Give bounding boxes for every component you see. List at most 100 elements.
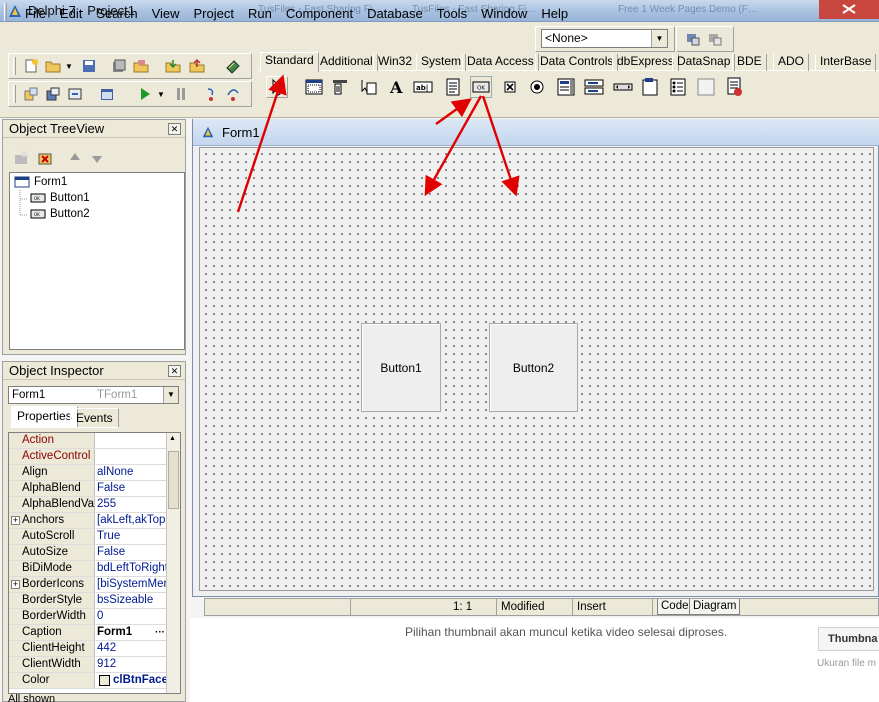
component-scrollbar[interactable]	[612, 76, 634, 98]
toolbar-grip[interactable]	[13, 57, 16, 75]
new-button[interactable]	[21, 56, 41, 76]
menu-search[interactable]: Search	[89, 5, 144, 23]
property-value[interactable]: 0	[97, 609, 167, 624]
property-value[interactable]: True	[97, 529, 167, 544]
property-row[interactable]: AutoScroll True	[9, 529, 167, 545]
component-groupbox[interactable]	[639, 76, 661, 98]
component-actionlist[interactable]	[724, 76, 746, 98]
component-label[interactable]: A	[386, 76, 408, 98]
property-value[interactable]: 442	[97, 641, 167, 656]
menu-project[interactable]: Project	[187, 5, 241, 23]
property-value[interactable]: [akLeft,akTop	[97, 513, 167, 528]
component-radiogroup[interactable]	[667, 76, 689, 98]
property-row[interactable]: AlphaBlendValu 255	[9, 497, 167, 513]
menu-database[interactable]: Database	[360, 5, 430, 23]
desktop-layout-combo[interactable]: <None> ▼	[541, 29, 668, 48]
add-file-button[interactable]	[163, 56, 183, 76]
palette-tab-data-access[interactable]: Data Access	[462, 54, 539, 71]
component-mainmenu[interactable]	[330, 76, 352, 98]
property-row[interactable]: Align alNone	[9, 465, 167, 481]
property-row[interactable]: AlphaBlend False	[9, 481, 167, 497]
chevron-down-icon[interactable]: ▼	[163, 387, 178, 403]
help-contents-button[interactable]	[223, 56, 243, 76]
property-row[interactable]: Action	[9, 433, 167, 449]
property-row[interactable]: Anchors + [akLeft,akTop	[9, 513, 167, 529]
property-row-selected[interactable]: Caption Form1 ···	[9, 625, 167, 641]
tab-properties[interactable]: Properties	[11, 406, 78, 428]
property-value[interactable]: bdLeftToRight	[97, 561, 167, 576]
property-value[interactable]	[97, 449, 167, 464]
tab-events[interactable]: Events	[70, 408, 119, 428]
property-value[interactable]: 255	[97, 497, 167, 512]
palette-tab-datasnap[interactable]: DataSnap	[672, 54, 736, 71]
property-value[interactable]: bsSizeable	[97, 593, 167, 608]
thumbnail-button[interactable]: Thumbna	[818, 627, 879, 651]
toggle-form-unit-button[interactable]	[65, 84, 85, 104]
palette-tab-additional[interactable]: Additional	[315, 54, 378, 71]
palette-tab-system[interactable]: System	[416, 54, 467, 71]
palette-tab-data-controls[interactable]: Data Controls	[535, 54, 619, 71]
component-popupmenu[interactable]	[358, 76, 380, 98]
chevron-down-icon[interactable]: ▼	[651, 30, 667, 47]
menu-file[interactable]: File	[18, 5, 53, 23]
component-frames[interactable]	[303, 76, 325, 98]
run-button[interactable]	[135, 84, 155, 104]
palette-tab-standard[interactable]: Standard	[260, 52, 319, 72]
palette-tab-interbase[interactable]: InterBase	[815, 54, 877, 71]
property-row[interactable]: ClientWidth 912	[9, 657, 167, 673]
remove-file-button[interactable]	[187, 56, 207, 76]
menu-edit[interactable]: Edit	[53, 5, 89, 23]
property-row[interactable]: BorderIcons + [biSystemMen	[9, 577, 167, 593]
component-radiobutton[interactable]	[526, 76, 548, 98]
component-checkbox[interactable]	[499, 76, 521, 98]
menu-view[interactable]: View	[145, 5, 187, 23]
ellipsis-icon[interactable]: ···	[155, 625, 165, 640]
form-design-surface[interactable]: Button1 Button2	[199, 147, 874, 591]
pointer-tool[interactable]	[266, 76, 288, 98]
window-close-icon[interactable]	[759, 0, 879, 19]
palette-tab-bde[interactable]: BDE	[732, 54, 767, 71]
treeview-move-up-button[interactable]	[65, 148, 85, 168]
tab-diagram[interactable]: Diagram	[689, 599, 741, 615]
property-row[interactable]: Color clBtnFace	[9, 673, 167, 689]
component-listbox[interactable]	[555, 76, 577, 98]
tree-node-form1[interactable]: Form1	[14, 176, 67, 188]
property-row[interactable]: BorderStyle bsSizeable	[9, 593, 167, 609]
treeview-delete-button[interactable]	[35, 148, 55, 168]
component-button[interactable]: OK	[470, 76, 492, 98]
open-project-button[interactable]	[131, 56, 151, 76]
property-row[interactable]: BorderWidth 0	[9, 609, 167, 625]
tree-node-button2[interactable]: OK Button2	[30, 208, 90, 220]
property-value[interactable]: False	[97, 545, 167, 560]
treeview-move-down-button[interactable]	[87, 148, 107, 168]
run-dropdown-button[interactable]: ▼	[155, 84, 167, 104]
menu-tools[interactable]: Tools	[430, 5, 474, 23]
save-all-button[interactable]	[109, 56, 129, 76]
open-dropdown-button[interactable]: ▼	[63, 56, 75, 76]
property-value[interactable]: False	[97, 481, 167, 496]
scroll-up-icon[interactable]: ▲	[169, 435, 176, 442]
toolbar-grip[interactable]	[13, 85, 16, 103]
property-value[interactable]: alNone	[97, 465, 167, 480]
component-panel[interactable]	[695, 76, 717, 98]
menu-window[interactable]: Window	[474, 5, 534, 23]
tree-node-button1[interactable]: OK Button1	[30, 192, 90, 204]
component-memo[interactable]	[442, 76, 464, 98]
palette-tab-ado[interactable]: ADO	[773, 54, 810, 71]
close-icon[interactable]: ✕	[168, 123, 181, 135]
trace-into-button[interactable]	[201, 84, 221, 104]
property-scrollbar[interactable]: ▲	[166, 433, 180, 693]
toolbar-grip[interactable]	[4, 3, 7, 21]
inspector-object-selector[interactable]: Form1 TForm1 ▼	[8, 386, 179, 404]
new-form-button[interactable]	[97, 84, 117, 104]
menu-run[interactable]: Run	[241, 5, 279, 23]
set-debug-desktop-button[interactable]	[705, 29, 725, 49]
step-over-button[interactable]	[223, 84, 243, 104]
view-unit-button[interactable]	[21, 84, 41, 104]
form-button2[interactable]: Button2	[489, 323, 578, 412]
property-row[interactable]: ActiveControl	[9, 449, 167, 465]
close-icon[interactable]: ✕	[168, 365, 181, 377]
open-button[interactable]	[43, 56, 63, 76]
treeview-new-item-button[interactable]	[11, 148, 31, 168]
pause-button[interactable]	[171, 84, 191, 104]
